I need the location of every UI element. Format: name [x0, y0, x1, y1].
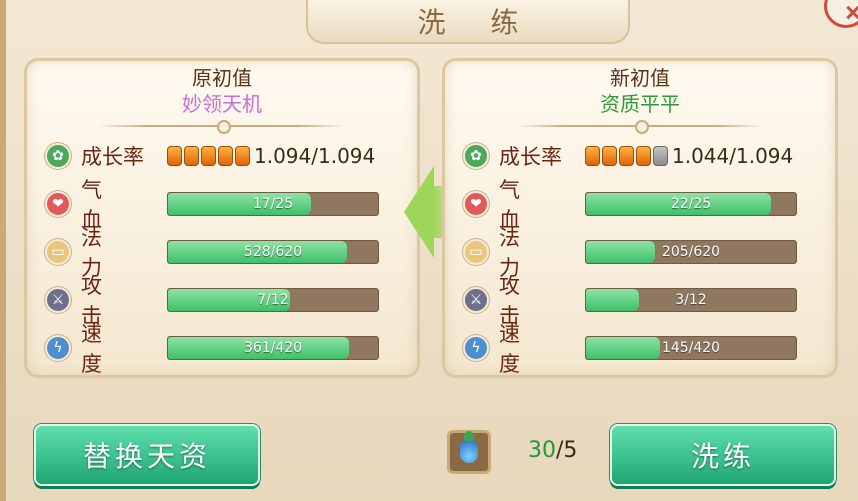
sprout-icon: ✿	[45, 143, 71, 169]
stat-label: 速 度	[81, 322, 116, 376]
stat-bar: 17/25	[167, 192, 379, 216]
sprout-icon: ✿	[463, 143, 489, 169]
growth-pips	[585, 146, 668, 166]
growth-pip-empty	[653, 146, 668, 166]
stat-value: 145/420	[661, 340, 721, 356]
stat-value: 7/12	[257, 292, 289, 308]
divider	[97, 120, 347, 134]
growth-pip-filled	[619, 146, 634, 166]
lightning-icon: ϟ	[45, 335, 71, 361]
sword-icon: ⚔	[463, 287, 489, 313]
original-values-panel: 原初值 妙领天机 ✿ 成长率 1.094/1.094 ❤ 气 血 17/25 ▭…	[24, 58, 420, 378]
stat-bar: 22/25	[585, 192, 797, 216]
stat-row-spd: ϟ 速 度 361/420	[45, 322, 379, 376]
stat-row-spd: ϟ 速 度 145/420	[463, 322, 797, 376]
growth-value: 1.044/1.094	[672, 144, 794, 168]
dialog-frame: 洗 练 原初值 妙领天机 ✿ 成长率 1.094/1.094 ❤ 气 血 17/…	[0, 0, 858, 501]
left-arrow-icon	[404, 166, 434, 258]
lightning-icon: ϟ	[463, 335, 489, 361]
stat-bar: 528/620	[167, 240, 379, 264]
item-count: 30/5	[528, 438, 577, 463]
new-values-panel: 新初值 资质平平 ✿ 成长率 1.044/1.094 ❤ 气 血 22/25 ▭…	[442, 58, 838, 378]
growth-pip-filled	[201, 146, 216, 166]
growth-pips	[167, 146, 250, 166]
replace-talent-button[interactable]: 替换天资	[34, 424, 260, 486]
growth-pip-filled	[218, 146, 233, 166]
sword-icon: ⚔	[45, 287, 71, 313]
stat-bar: 7/12	[167, 288, 379, 312]
growth-row: ✿ 成长率 1.094/1.094	[45, 141, 375, 171]
stat-value: 3/12	[675, 292, 707, 308]
growth-pip-filled	[167, 146, 182, 166]
growth-pip-filled	[602, 146, 617, 166]
growth-label: 成长率	[81, 145, 144, 169]
stat-row-mp: ▭ 法 力 205/620	[463, 226, 797, 280]
panel-title: 原初值	[192, 66, 252, 90]
stat-row-atk: ⚔ 攻 击 7/12	[45, 274, 379, 328]
growth-pip-filled	[184, 146, 199, 166]
growth-row: ✿ 成长率 1.044/1.094	[463, 141, 793, 171]
title-banner: 洗 练	[306, 0, 630, 44]
scroll-icon: ▭	[463, 239, 489, 265]
item-need: 5	[563, 438, 578, 463]
dialog-title: 洗 练	[417, 6, 537, 39]
stat-label: 速 度	[499, 322, 534, 376]
potion-bottle-icon	[460, 431, 478, 463]
stat-row-hp: ❤ 气 血 17/25	[45, 178, 379, 232]
growth-pip-filled	[636, 146, 651, 166]
stat-bar: 3/12	[585, 288, 797, 312]
quality-label: 资质平平	[600, 92, 680, 116]
stat-bar: 205/620	[585, 240, 797, 264]
divider	[515, 120, 765, 134]
scroll-icon: ▭	[45, 239, 71, 265]
stat-bar: 145/420	[585, 336, 797, 360]
quality-label: 妙领天机	[182, 92, 262, 116]
close-icon[interactable]	[824, 0, 858, 28]
stat-value: 361/420	[243, 340, 303, 356]
stat-value: 205/620	[661, 244, 721, 260]
panel-title: 新初值	[610, 66, 670, 90]
growth-label: 成长率	[499, 145, 562, 169]
item-have: 30	[528, 438, 556, 463]
growth-value: 1.094/1.094	[254, 144, 376, 168]
growth-pip-filled	[235, 146, 250, 166]
stat-row-hp: ❤ 气 血 22/25	[463, 178, 797, 232]
stat-row-atk: ⚔ 攻 击 3/12	[463, 274, 797, 328]
heart-icon: ❤	[45, 191, 71, 217]
wash-button[interactable]: 洗练	[610, 424, 836, 486]
stat-row-mp: ▭ 法 力 528/620	[45, 226, 379, 280]
stat-value: 528/620	[243, 244, 303, 260]
stat-value: 22/25	[670, 196, 712, 212]
growth-pip-filled	[585, 146, 600, 166]
stat-bar: 361/420	[167, 336, 379, 360]
item-slot[interactable]	[447, 430, 491, 474]
stat-value: 17/25	[252, 196, 294, 212]
heart-icon: ❤	[463, 191, 489, 217]
